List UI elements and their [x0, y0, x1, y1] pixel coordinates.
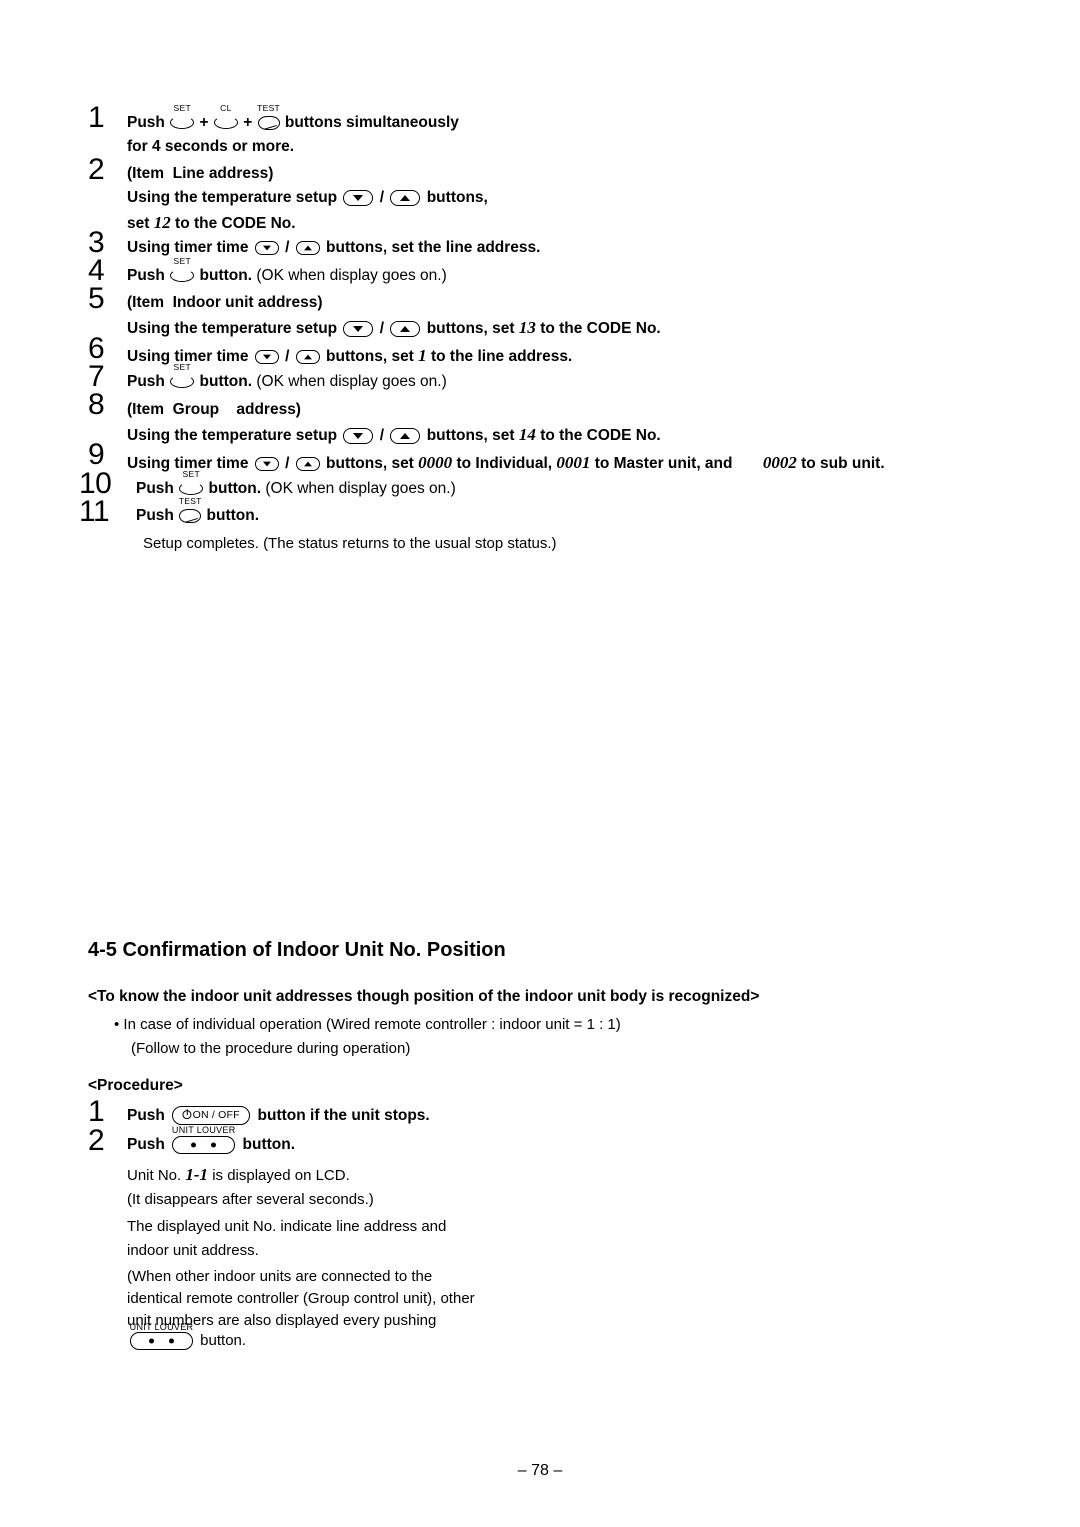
step-7-line-1: Push SET button. (OK when display goes o… [127, 362, 447, 390]
on-off-button[interactable]: ON / OFF [172, 1106, 251, 1126]
procedure-body-line-4: indoor unit address. [127, 1242, 259, 1259]
step-8-line-2: Using the temperature setup / buttons, s… [127, 425, 661, 444]
test-button[interactable]: TEST [179, 497, 201, 523]
step-number-9: 9 [88, 438, 105, 471]
cl-button-label: CL [220, 103, 232, 114]
step-7-note: (OK when display goes on.) [256, 373, 447, 390]
temp-down-button[interactable] [343, 427, 374, 444]
unit-no-pre: Unit No. [127, 1167, 186, 1184]
set-button[interactable]: SET [170, 104, 195, 130]
document-page: 1 2 3 4 5 6 7 8 9 10 11 Push SET + CL + … [0, 0, 1080, 1527]
unit-louver-button[interactable]: UNIT LOUVER [172, 1125, 235, 1154]
step-number-1: 1 [88, 101, 105, 134]
unit-louver-button-label: UNIT LOUVER [129, 1322, 194, 1333]
unit-louver-button[interactable]: UNIT LOUVER [130, 1322, 193, 1351]
step-number-2: 2 [88, 153, 105, 186]
test-button-label: TEST [178, 495, 202, 506]
step-6-value: 1 [418, 346, 427, 365]
bullet-line-1b: (Follow to the procedure during operatio… [131, 1040, 411, 1057]
procedure-step-2-prefix: Push [127, 1136, 165, 1153]
procedure-tail-line: UNIT LOUVER button. [127, 1322, 247, 1353]
step-8-code-value: 14 [518, 425, 536, 444]
step-number-11: 11 [79, 495, 110, 528]
step-9-line-1: Using timer time / buttons, set 0000 to … [127, 453, 885, 472]
setup-complete-note: Setup completes. (The status returns to … [143, 535, 557, 552]
procedure-body-line-6: identical remote controller (Group contr… [127, 1290, 475, 1307]
set-button-label: SET [173, 103, 191, 114]
step-9-value-master: 0001 [556, 453, 591, 472]
timer-down-button[interactable] [254, 240, 279, 255]
timer-down-button[interactable] [254, 456, 279, 471]
step-4-line-1: Push SET button. (OK when display goes o… [127, 256, 447, 284]
temp-down-button[interactable] [343, 320, 374, 337]
procedure-step-2-suffix: button. [242, 1136, 296, 1153]
step-2-line-3: set 12 to the CODE No. [127, 213, 296, 232]
step-1-push-label: Push [127, 114, 165, 131]
set-button-label: SET [173, 362, 191, 373]
temp-up-button[interactable] [390, 320, 421, 337]
step-5-code-value: 13 [518, 318, 536, 337]
step-9-value-individual: 0000 [418, 453, 453, 472]
set-button-label: SET [173, 256, 191, 267]
section-subheading: <To know the indoor unit addresses thoug… [88, 988, 760, 1005]
procedure-step-number-1: 1 [88, 1095, 105, 1128]
step-9-value-sub: 0002 [762, 453, 797, 472]
procedure-step-number-2: 2 [88, 1124, 105, 1157]
step-2-line-2: Using the temperature setup / buttons, [127, 189, 488, 206]
step-1-line-2: for 4 seconds or more. [127, 138, 295, 155]
procedure-step-1-prefix: Push [127, 1107, 165, 1124]
temp-up-button[interactable] [390, 189, 421, 206]
step-1-tail: buttons simultaneously [284, 114, 459, 131]
page-footer: – 78 – [517, 1462, 563, 1479]
step-5-item-label: (Item Indoor unit address) [127, 294, 323, 311]
step-8-item-label: (Item Group address) [127, 401, 301, 418]
set-button-label: SET [182, 469, 200, 480]
set-button[interactable]: SET [170, 257, 195, 283]
step-5-line-2: Using the temperature setup / buttons, s… [127, 318, 661, 337]
timer-down-button[interactable] [254, 349, 279, 364]
temp-up-button[interactable] [390, 427, 421, 444]
step-6-line-1: Using timer time / buttons, set 1 to the… [127, 346, 573, 365]
procedure-step-1-line: Push ON / OFF button if the unit stops. [127, 1106, 430, 1126]
test-button-label: TEST [257, 102, 281, 113]
procedure-step-1-suffix: button if the unit stops. [257, 1107, 430, 1124]
step-4-note: (OK when display goes on.) [256, 267, 447, 284]
on-off-button-label: ON / OFF [192, 1109, 240, 1122]
set-button[interactable]: SET [179, 470, 204, 496]
unit-no-post: is displayed on LCD. [208, 1167, 350, 1184]
procedure-body-line-2: (It disappears after several seconds.) [127, 1191, 374, 1208]
temp-down-button[interactable] [343, 189, 374, 206]
step-11-line-1: Push TEST button. [136, 495, 260, 524]
step-number-8: 8 [88, 388, 105, 421]
unit-no-value: 1-1 [185, 1165, 209, 1184]
step-1-line-1: Push SET + CL + TEST buttons simultaneou… [127, 102, 459, 131]
set-button[interactable]: SET [170, 363, 195, 389]
timer-up-button[interactable] [295, 456, 320, 471]
procedure-label: <Procedure> [88, 1077, 183, 1094]
procedure-body-line-5: (When other indoor units are connected t… [127, 1268, 433, 1285]
step-3-line-1: Using timer time / buttons, set the line… [127, 239, 541, 256]
procedure-body-line-1: Unit No. 1-1 is displayed on LCD. [127, 1162, 350, 1188]
timer-up-button[interactable] [295, 349, 320, 364]
procedure-body-line-3: The displayed unit No. indicate line add… [127, 1218, 447, 1235]
cl-button[interactable]: CL [213, 104, 238, 130]
procedure-tail-text: button. [200, 1332, 247, 1349]
step-2-item-label: (Item Line address) [127, 165, 274, 182]
timer-up-button[interactable] [295, 240, 320, 255]
unit-louver-button-label: UNIT LOUVER [171, 1124, 236, 1135]
bullet-line-1: • In case of individual operation (Wired… [114, 1016, 621, 1033]
procedure-step-2-line: Push UNIT LOUVER button. [127, 1125, 296, 1154]
test-button[interactable]: TEST [257, 104, 280, 130]
step-2-code-value: 12 [153, 213, 171, 232]
step-number-5: 5 [88, 282, 105, 315]
step-10-note: (OK when display goes on.) [265, 480, 456, 497]
power-icon [182, 1110, 192, 1120]
section-heading: 4-5 Confirmation of Indoor Unit No. Posi… [88, 939, 506, 961]
